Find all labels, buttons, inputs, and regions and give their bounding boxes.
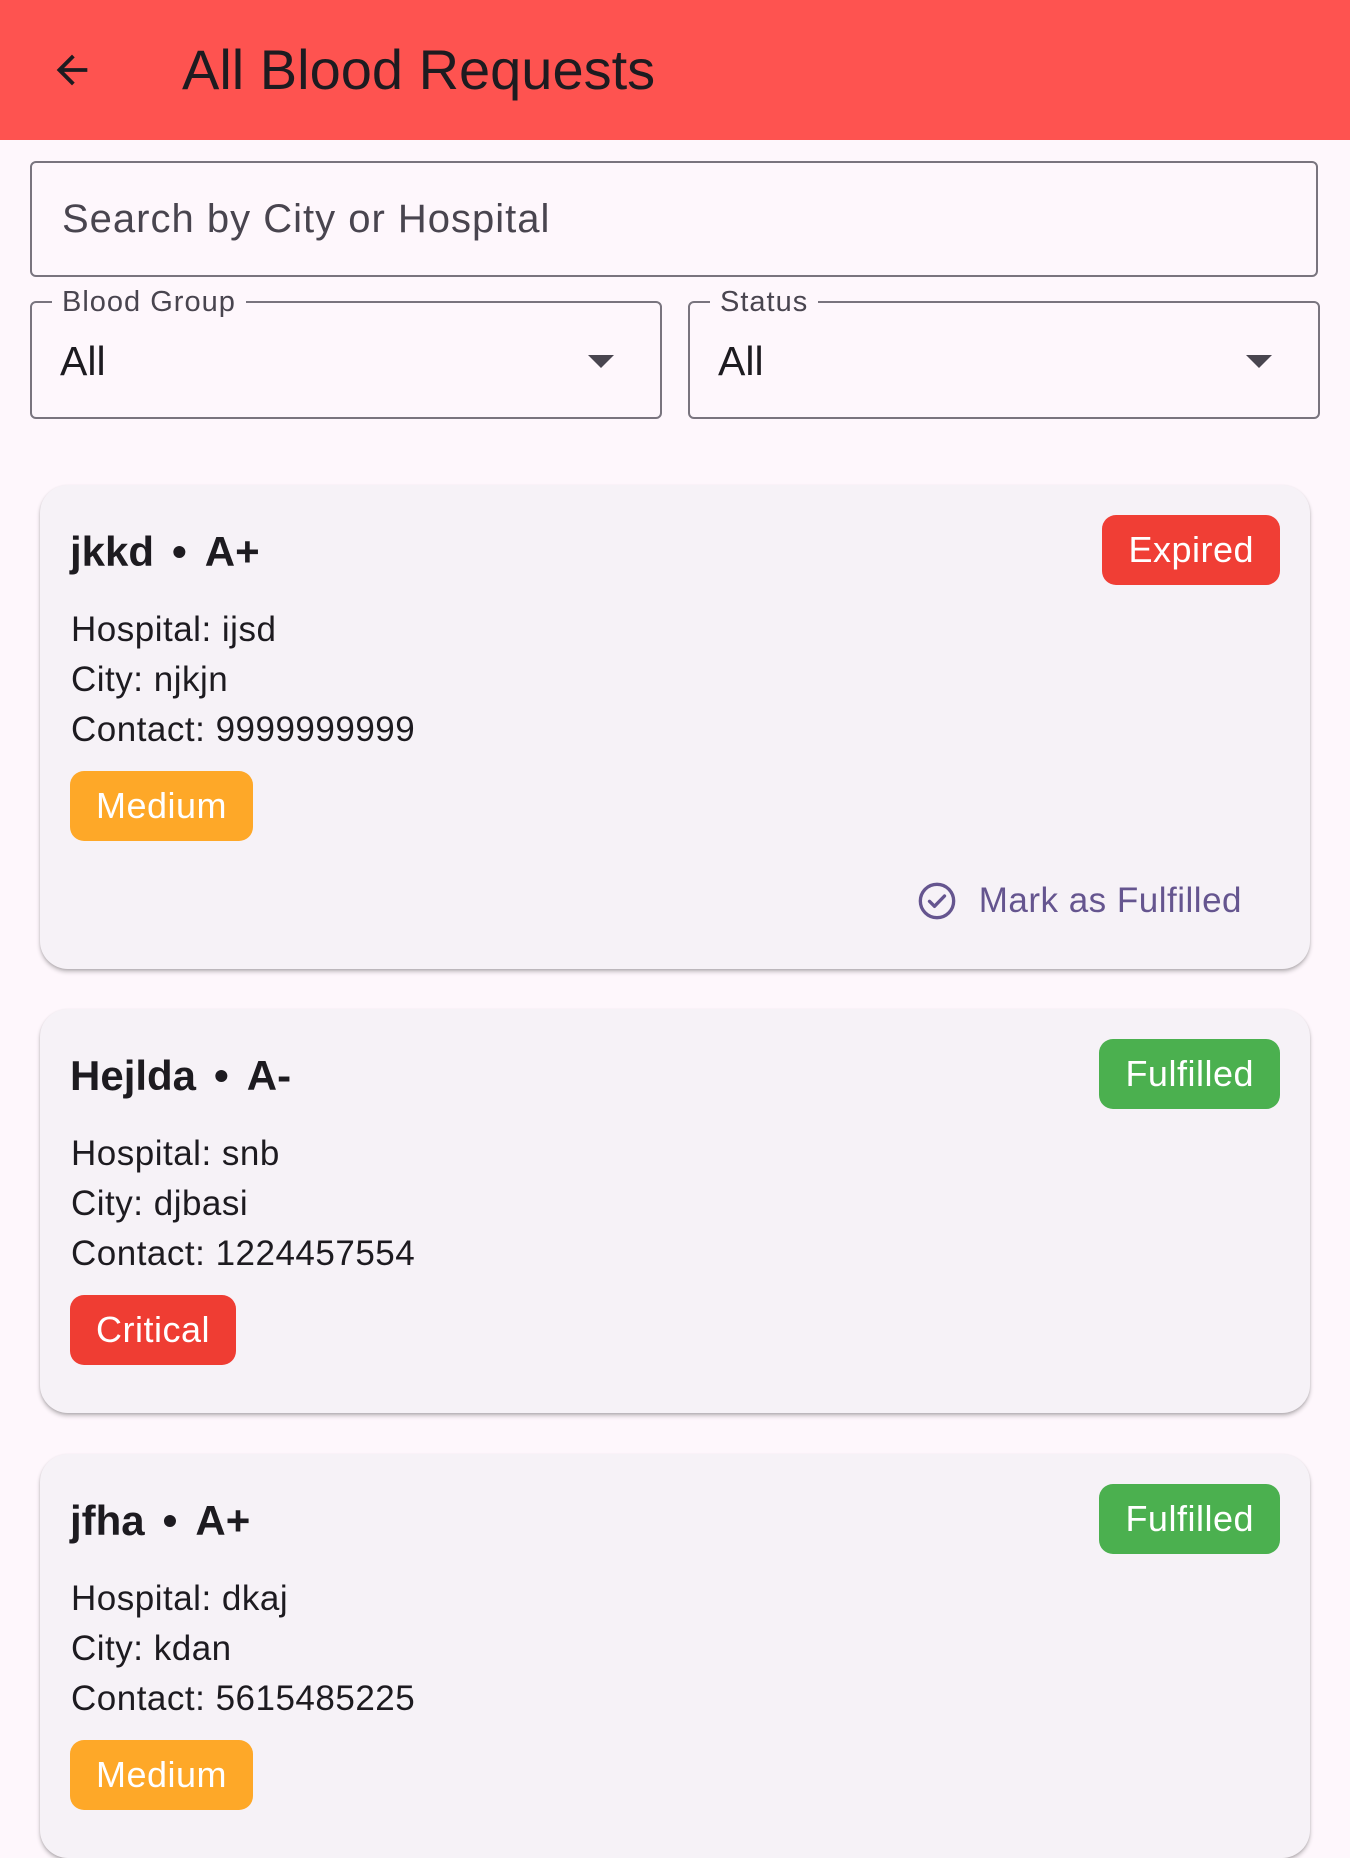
city-text: City: kdan xyxy=(71,1629,232,1668)
city-text: City: djbasi xyxy=(71,1184,249,1223)
blood-group: A+ xyxy=(204,528,260,575)
request-title: Hejlda • A- xyxy=(70,1051,291,1101)
request-title: jfha • A+ xyxy=(70,1496,250,1546)
mark-as-fulfilled-button[interactable]: Mark as Fulfilled xyxy=(917,871,1242,931)
status-label: Status xyxy=(710,285,819,319)
separator-dot: • xyxy=(214,1052,229,1099)
city-text: City: njkjn xyxy=(71,660,229,699)
separator-dot: • xyxy=(162,1497,178,1544)
dropdown-arrow-icon xyxy=(588,355,614,368)
hospital-text: Hospital: dkaj xyxy=(71,1579,289,1618)
blood-group-label: Blood Group xyxy=(52,285,246,319)
back-button[interactable] xyxy=(36,34,108,106)
blood-group-value: All xyxy=(60,338,106,384)
mark-as-fulfilled-label: Mark as Fulfilled xyxy=(978,881,1242,920)
requester-name: jfha xyxy=(70,1497,145,1544)
blood-group: A- xyxy=(246,1052,292,1099)
hospital-text: Hospital: snb xyxy=(71,1134,280,1173)
request-card[interactable]: jfha • A+ Fulfilled Hospital: dkaj City: k… xyxy=(40,1454,1310,1858)
request-title: jkkd • A+ xyxy=(70,527,260,577)
contact-text: Contact: 9999999999 xyxy=(71,710,416,749)
requester-name: Hejlda xyxy=(70,1052,197,1099)
blood-group-dropdown[interactable]: Blood Group All xyxy=(30,285,662,419)
app-bar: All Blood Requests xyxy=(0,0,1350,140)
search-field[interactable] xyxy=(30,161,1318,277)
blood-group: A+ xyxy=(195,1497,251,1544)
status-badge: Expired xyxy=(1102,515,1280,585)
request-card[interactable]: Hejlda • A- Fulfilled Hospital: snb City: … xyxy=(40,1009,1310,1413)
search-input[interactable] xyxy=(32,163,1316,275)
separator-dot: • xyxy=(172,528,187,575)
arrow-back-icon xyxy=(56,54,88,86)
page-title: All Blood Requests xyxy=(182,38,656,101)
request-card[interactable]: jkkd • A+ Expired Hospital: ijsd City: njk… xyxy=(40,485,1310,969)
contact-text: Contact: 1224457554 xyxy=(71,1234,416,1273)
status-badge: Fulfilled xyxy=(1099,1484,1280,1554)
status-dropdown[interactable]: Status All xyxy=(688,285,1320,419)
status-badge: Fulfilled xyxy=(1099,1039,1280,1109)
urgency-badge: Critical xyxy=(70,1295,237,1365)
requester-name: jkkd xyxy=(70,528,155,575)
dropdown-arrow-icon xyxy=(1246,355,1272,368)
hospital-text: Hospital: ijsd xyxy=(71,610,277,649)
check-circle-icon xyxy=(918,882,956,920)
urgency-badge: Medium xyxy=(70,771,254,841)
status-value: All xyxy=(718,338,764,384)
contact-text: Contact: 5615485225 xyxy=(71,1679,416,1718)
